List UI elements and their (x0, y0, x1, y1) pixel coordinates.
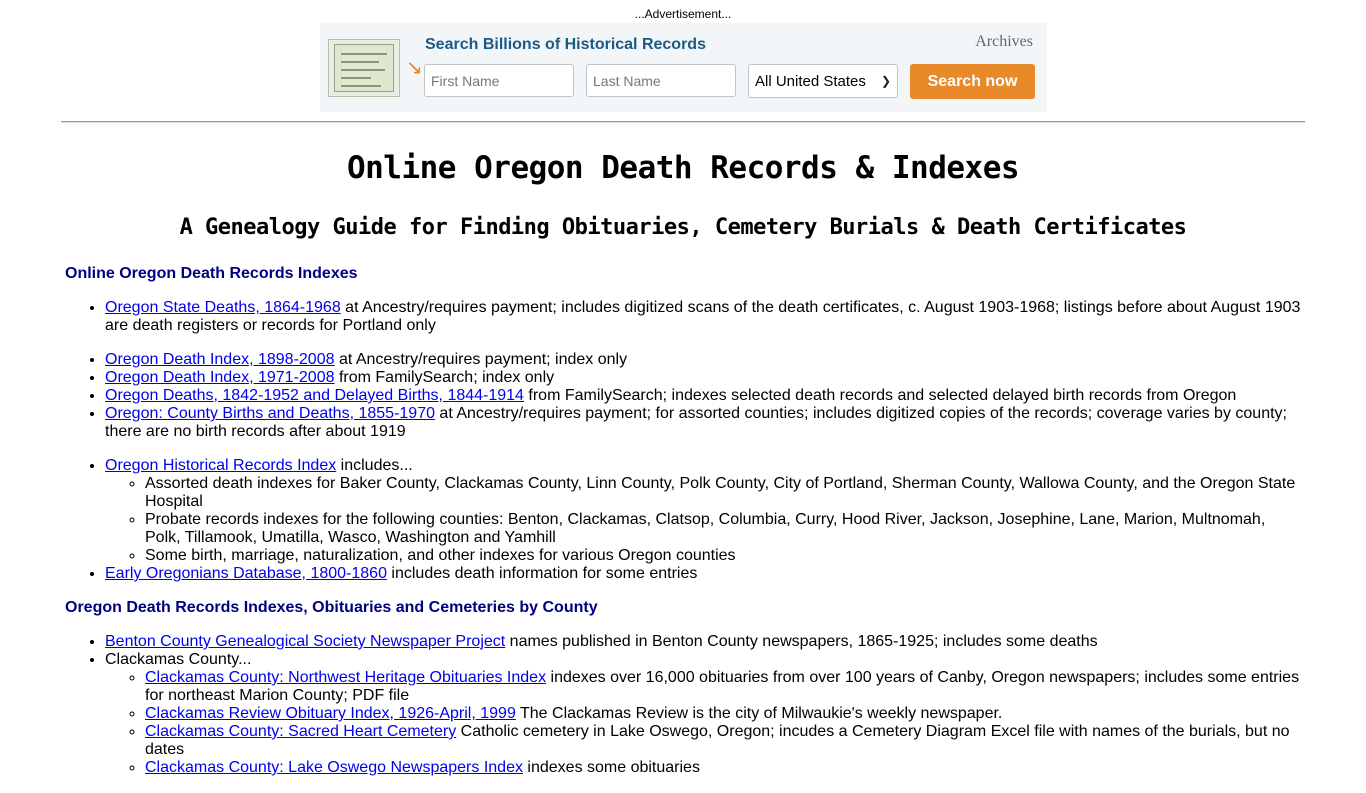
sub-list-item: Clackamas County: Lake Oswego Newspapers… (145, 759, 1305, 777)
sub-list-item: Clackamas Review Obituary Index, 1926-Ap… (145, 705, 1305, 723)
link-oregon-death-index-1898[interactable]: Oregon Death Index, 1898-2008 (105, 351, 335, 368)
online-indexes-list: Oregon State Deaths, 1864-1968 at Ancest… (65, 299, 1305, 583)
link-oregon-state-deaths[interactable]: Oregon State Deaths, 1864-1968 (105, 299, 341, 316)
list-item: Oregon State Deaths, 1864-1968 at Ancest… (105, 299, 1305, 335)
link-county-births-deaths[interactable]: Oregon: County Births and Deaths, 1855-1… (105, 405, 435, 422)
sub-list-item: Some birth, marriage, naturalization, an… (145, 547, 1305, 565)
advertisement-label: ...Advertisement... (634, 7, 732, 21)
historical-records-sublist: Assorted death indexes for Baker County,… (105, 475, 1305, 565)
list-item: Benton County Genealogical Society Newsp… (105, 633, 1305, 651)
last-name-input[interactable] (586, 64, 736, 97)
link-sacred-heart-cemetery[interactable]: Clackamas County: Sacred Heart Cemetery (145, 723, 456, 740)
section-heading-by-county: Oregon Death Records Indexes, Obituaries… (65, 599, 598, 616)
page-title: Online Oregon Death Records & Indexes (346, 150, 1020, 186)
list-item: Oregon Death Index, 1971-2008 from Famil… (105, 369, 1305, 387)
section-heading-online-indexes: Online Oregon Death Records Indexes (65, 265, 358, 282)
clackamas-sublist: Clackamas County: Northwest Heritage Obi… (105, 669, 1305, 777)
link-oregon-deaths-1842[interactable]: Oregon Deaths, 1842-1952 and Delayed Bir… (105, 387, 524, 404)
list-item: Oregon Historical Records Index includes… (105, 457, 1305, 565)
sub-list-item: Probate records indexes for the followin… (145, 511, 1305, 547)
page-subtitle: A Genealogy Guide for Finding Obituaries… (179, 215, 1187, 240)
link-clackamas-review[interactable]: Clackamas Review Obituary Index, 1926-Ap… (145, 705, 516, 722)
location-select[interactable]: All United States ❯ (748, 64, 898, 98)
search-now-button[interactable]: Search now (910, 64, 1035, 99)
list-item: Clackamas County... Clackamas County: No… (105, 651, 1305, 777)
link-clackamas-nw-heritage[interactable]: Clackamas County: Northwest Heritage Obi… (145, 669, 546, 686)
sub-list-item: Assorted death indexes for Baker County,… (145, 475, 1305, 511)
record-thumbnail-image (328, 39, 400, 97)
link-early-oregonians[interactable]: Early Oregonians Database, 1800-1860 (105, 565, 387, 582)
list-item: Early Oregonians Database, 1800-1860 inc… (105, 565, 1305, 583)
list-item: Oregon Death Index, 1898-2008 at Ancestr… (105, 351, 1305, 369)
archives-logo[interactable]: Archives (975, 33, 1033, 51)
list-item: Oregon: County Births and Deaths, 1855-1… (105, 405, 1305, 441)
ad-search-widget: Search Billions of Historical Records Ar… (320, 23, 1047, 112)
link-historical-records-index[interactable]: Oregon Historical Records Index (105, 457, 336, 474)
sub-list-item: Clackamas County: Sacred Heart Cemetery … (145, 723, 1305, 759)
ad-title: Search Billions of Historical Records (425, 36, 706, 53)
link-oregon-death-index-1971[interactable]: Oregon Death Index, 1971-2008 (105, 369, 335, 386)
horizontal-divider (61, 121, 1305, 123)
main-content: Online Oregon Death Records Indexes Oreg… (65, 265, 1305, 793)
first-name-input[interactable] (424, 64, 574, 97)
by-county-list: Benton County Genealogical Society Newsp… (65, 633, 1305, 777)
list-item: Oregon Deaths, 1842-1952 and Delayed Bir… (105, 387, 1305, 405)
arrow-icon: ↘ (406, 57, 423, 79)
location-selected-value: All United States (755, 72, 866, 90)
link-benton-county-newspaper[interactable]: Benton County Genealogical Society Newsp… (105, 633, 505, 650)
sub-list-item: Clackamas County: Northwest Heritage Obi… (145, 669, 1305, 705)
chevron-down-icon: ❯ (880, 74, 891, 88)
